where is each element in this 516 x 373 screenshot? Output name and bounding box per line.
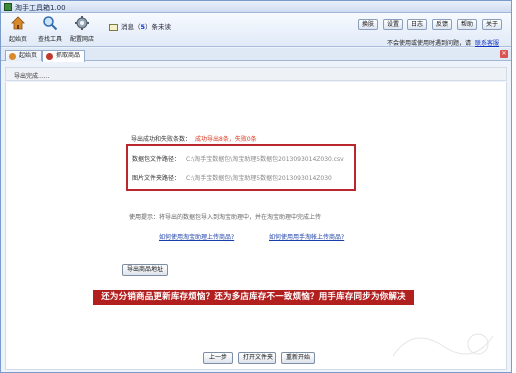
message-suffix: ）条未读 xyxy=(145,23,172,31)
about-button[interactable]: 关于 xyxy=(482,19,503,30)
support-notice: 不会使用或使用时遇到问题，请 联系客服 xyxy=(387,38,499,47)
envelope-icon xyxy=(109,23,118,31)
app-window: 淘手工具箱1.00 起始页 查找工具 配置网店 消息（5）条未读 换肤 设置 日… xyxy=(0,0,512,373)
tool-home-label: 起始页 xyxy=(8,36,27,43)
close-tab-icon[interactable]: ✕ xyxy=(500,50,508,58)
skin-button[interactable]: 换肤 xyxy=(358,19,379,30)
message-indicator[interactable]: 消息（5）条未读 xyxy=(109,21,171,33)
result-summary: 导出成功和失败条数： 成功导出8条，失败0条 xyxy=(131,134,257,143)
help-button[interactable]: 帮助 xyxy=(457,19,478,30)
usage-hint-label: 使用提示： xyxy=(129,214,160,221)
home-icon xyxy=(9,53,16,60)
open-folder-button[interactable]: 打开文件夹 xyxy=(238,352,276,364)
export-status: 导出完成...... xyxy=(14,73,50,80)
help-phone-link[interactable]: 如何使用用手淘帐上传商品? xyxy=(269,232,344,241)
restart-button[interactable]: 重新开始 xyxy=(281,352,315,364)
tool-config-label: 配置网店 xyxy=(69,36,94,43)
package-path-row: 数据包文件路径： C:\淘手宝数据包\淘宝助理5数据包2013093014Z030… xyxy=(132,154,344,163)
window-title: 淘手工具箱1.00 xyxy=(15,4,66,12)
image-path-label: 图片文件夹路径： xyxy=(132,175,181,182)
result-summary-label: 导出成功和失败条数： xyxy=(131,136,192,143)
result-summary-value: 成功导出8条，失败0条 xyxy=(195,136,257,143)
tab-fetch-products-label: 抓取商品 xyxy=(56,52,81,59)
tab-strip: 起始页 抓取商品 ✕ xyxy=(1,48,511,62)
tab-home-label: 起始页 xyxy=(19,52,38,59)
tab-fetch-products[interactable]: 抓取商品 xyxy=(42,50,86,62)
fetch-icon xyxy=(46,53,53,60)
image-path-row: 图片文件夹路径： C:\淘手宝数据包\淘宝助理5数据包2013093014Z030 xyxy=(132,173,332,182)
package-path-value: C:\淘手宝数据包\淘宝助理5数据包2013093014Z030.csv xyxy=(186,156,344,163)
feedback-button[interactable]: 反馈 xyxy=(432,19,453,30)
tool-config[interactable]: 配置网店 xyxy=(69,15,95,45)
image-path-value: C:\淘手宝数据包\淘宝助理5数据包2013093014Z030 xyxy=(186,175,332,182)
help-assistant-link[interactable]: 如何使用淘宝助理上传商品? xyxy=(159,232,234,241)
promo-banner[interactable]: 还为分销商品更新库存烦恼？还为多店库存不一致烦恼？用手库存同步为你解决 xyxy=(93,290,414,305)
usage-hint-text: 将导出的数据包导入到淘宝助理中，并在淘宝助理中完成上传 xyxy=(159,214,322,221)
tool-search-label: 查找工具 xyxy=(37,36,62,43)
highlight-box xyxy=(126,144,356,191)
support-notice-text: 不会使用或使用时遇到问题，请 xyxy=(387,40,472,47)
log-button[interactable]: 日志 xyxy=(407,19,428,30)
package-path-label: 数据包文件路径： xyxy=(132,156,181,163)
toolbar: 起始页 查找工具 配置网店 消息（5）条未读 换肤 设置 日志 反馈 帮助 关于… xyxy=(1,13,511,47)
usage-hint: 使用提示：将导出的数据包导入到淘宝助理中，并在淘宝助理中完成上传 xyxy=(129,212,321,221)
settings-button[interactable]: 设置 xyxy=(383,19,404,30)
gear-icon xyxy=(75,16,89,30)
message-prefix: 消息（ xyxy=(121,23,141,31)
home-icon xyxy=(11,16,25,30)
tool-home[interactable]: 起始页 xyxy=(5,15,31,45)
contact-support-link[interactable]: 联系客服 xyxy=(475,40,499,47)
app-icon xyxy=(4,3,12,11)
tab-home[interactable]: 起始页 xyxy=(5,50,43,61)
prev-step-button[interactable]: 上一步 xyxy=(203,352,233,364)
title-bar: 淘手工具箱1.00 xyxy=(1,1,511,13)
export-address-button[interactable]: 导出商品地址 xyxy=(122,264,169,276)
search-icon xyxy=(43,16,58,31)
tool-search[interactable]: 查找工具 xyxy=(37,15,63,45)
status-bar: 导出完成...... xyxy=(5,67,507,81)
watermark-logo xyxy=(392,333,494,357)
